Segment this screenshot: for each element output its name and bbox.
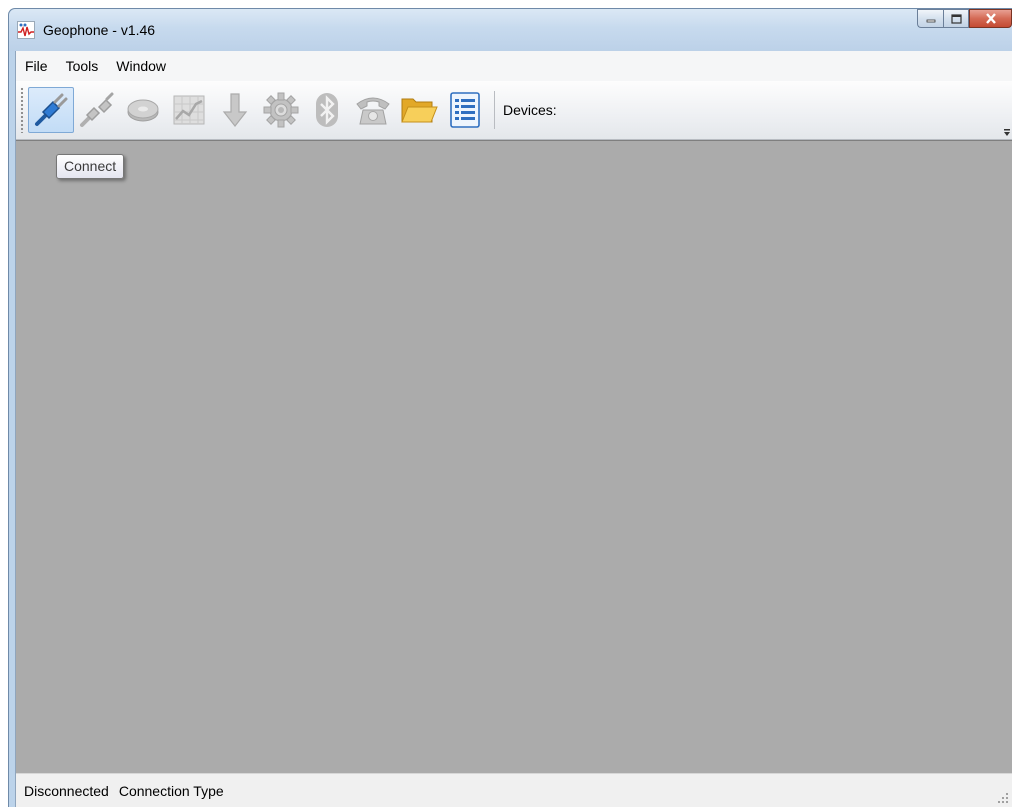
app-seismograph-icon [17,21,35,39]
gear-icon [263,92,299,128]
list-button[interactable] [442,87,488,133]
plug-connect-icon [35,93,68,126]
menu-window[interactable]: Window [107,51,175,81]
chart-button[interactable] [166,87,212,133]
list-icon [450,92,480,128]
download-button[interactable] [212,87,258,133]
folder-open-icon [401,98,438,123]
disconnect-button[interactable] [74,87,120,133]
disc-icon [127,99,159,122]
menu-file[interactable]: File [16,51,57,81]
toolbar-grip[interactable] [20,87,24,133]
resize-grip-icon[interactable] [997,792,1009,804]
client-area: File Tools Window Devices: Connect Disco… [15,51,1012,807]
maximize-icon [950,13,962,24]
toolbar: Devices: [16,81,1012,140]
connect-tooltip: Connect [56,154,125,179]
devices-label: Devices: [503,102,557,118]
menu-bar: File Tools Window [16,51,1012,81]
disc-button[interactable] [120,87,166,133]
app-window: Geophone - v1.46 File Tools Window Devic… [8,8,1012,807]
close-icon [985,13,996,24]
caption-buttons [917,9,1012,29]
plug-disconnect-icon [80,92,114,127]
telephone-button[interactable] [350,87,396,133]
connection-status: Disconnected [24,782,109,799]
download-arrow-icon [222,93,248,127]
connection-type: Connection Type [118,782,224,799]
title-bar[interactable]: Geophone - v1.46 [9,9,1012,51]
toolbar-overflow-button[interactable] [1002,125,1012,137]
chevron-down-icon [1004,129,1010,136]
toolbar-separator [494,91,495,129]
menu-tools[interactable]: Tools [57,51,108,81]
minimize-button[interactable] [917,9,943,28]
window-title: Geophone - v1.46 [43,22,156,38]
mdi-workspace[interactable]: Connect [16,140,1012,774]
chart-icon [173,95,205,125]
telephone-icon [356,97,390,125]
bluetooth-icon [316,93,338,127]
open-folder-button[interactable] [396,87,442,133]
connect-button[interactable] [28,87,74,133]
status-bar: Disconnected Connection Type [16,773,1012,807]
minimize-icon [926,19,935,22]
bluetooth-button[interactable] [304,87,350,133]
maximize-button[interactable] [943,9,969,28]
settings-button[interactable] [258,87,304,133]
close-button[interactable] [969,9,1012,28]
